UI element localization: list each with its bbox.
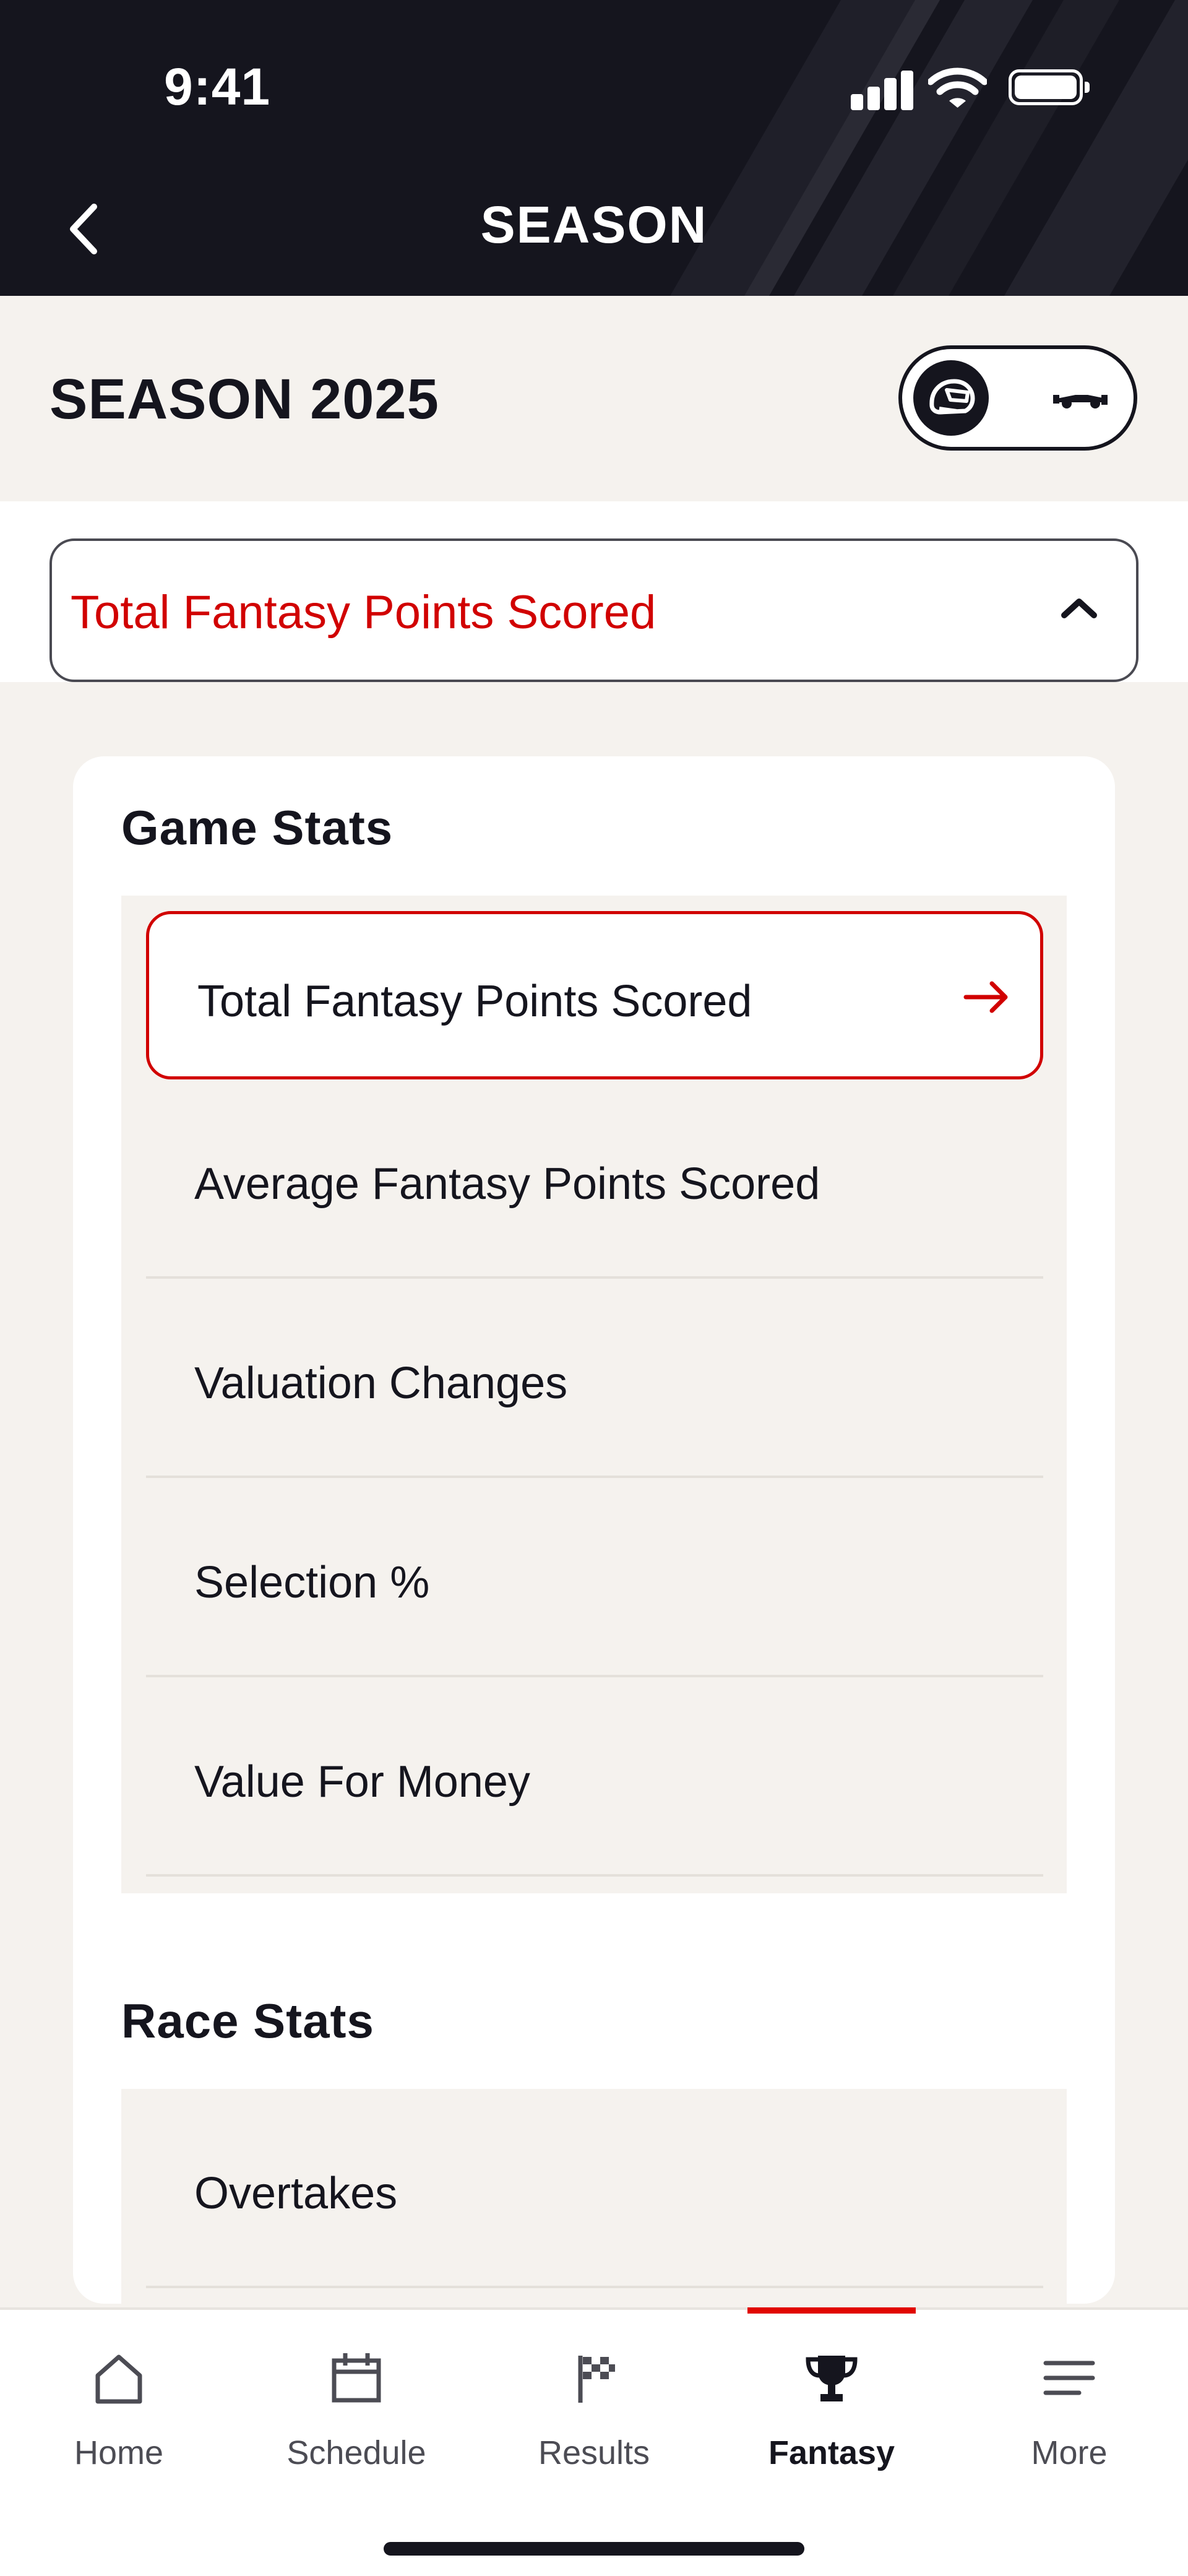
season-title: SEASON 2025 bbox=[50, 368, 439, 431]
list-item-total-fantasy-points[interactable]: Total Fantasy Points Scored bbox=[146, 911, 1043, 1079]
app-header: 9:41 SEASON bbox=[0, 0, 1188, 296]
bottom-tab-bar: Home Schedule Results Fantasy More bbox=[0, 2307, 1188, 2576]
tab-label: Results bbox=[538, 2434, 650, 2471]
stats-menu-card: Game Stats Total Fantasy Points Scored A… bbox=[73, 756, 1115, 2304]
tab-home[interactable]: Home bbox=[0, 2310, 238, 2496]
list-item-label: Valuation Changes bbox=[194, 1359, 568, 1408]
list-item-value-for-money[interactable]: Value For Money bbox=[146, 1677, 1043, 1877]
home-indicator[interactable] bbox=[384, 2542, 804, 2556]
car-icon bbox=[1053, 395, 1108, 408]
race-stats-heading: Race Stats bbox=[121, 1994, 374, 2048]
status-time: 9:41 bbox=[164, 58, 271, 116]
list-item-selection-percent[interactable]: Selection % bbox=[146, 1478, 1043, 1677]
stat-dropdown[interactable]: Total Fantasy Points Scored bbox=[50, 538, 1138, 682]
game-stats-list: Total Fantasy Points Scored Average Fant… bbox=[121, 896, 1067, 1893]
tab-more[interactable]: More bbox=[950, 2310, 1188, 2496]
season-bar: SEASON 2025 bbox=[0, 296, 1188, 501]
game-stats-heading: Game Stats bbox=[121, 800, 394, 855]
arrow-right-icon bbox=[963, 981, 1008, 1013]
helmet-icon bbox=[929, 379, 975, 415]
trophy-icon bbox=[806, 2356, 858, 2401]
tab-label: Schedule bbox=[286, 2434, 426, 2471]
list-item-average-fantasy-points[interactable]: Average Fantasy Points Scored bbox=[146, 1079, 1043, 1279]
wifi-icon bbox=[928, 67, 987, 108]
race-stats-list: Overtakes bbox=[121, 2089, 1067, 2304]
tab-schedule[interactable]: Schedule bbox=[238, 2310, 475, 2496]
tab-label: Fantasy bbox=[768, 2434, 895, 2471]
list-item-valuation-changes[interactable]: Valuation Changes bbox=[146, 1279, 1043, 1478]
tab-results[interactable]: Results bbox=[475, 2310, 713, 2496]
list-item-label: Overtakes bbox=[194, 2169, 398, 2218]
list-item-overtakes[interactable]: Overtakes bbox=[146, 2089, 1043, 2288]
tab-label: More bbox=[1031, 2434, 1108, 2471]
menu-icon bbox=[1043, 2361, 1095, 2395]
chevron-up-icon bbox=[1061, 599, 1097, 618]
list-item-label: Average Fantasy Points Scored bbox=[194, 1159, 820, 1209]
list-item-label: Selection % bbox=[194, 1558, 430, 1607]
toggle-knob bbox=[913, 360, 989, 436]
list-item-label: Value For Money bbox=[194, 1757, 530, 1807]
calendar-icon bbox=[332, 2353, 381, 2403]
driver-constructor-toggle[interactable] bbox=[898, 345, 1137, 451]
list-item-label: Total Fantasy Points Scored bbox=[197, 977, 752, 1026]
battery-icon bbox=[1009, 69, 1090, 105]
page-title: SEASON bbox=[480, 196, 708, 254]
home-icon bbox=[95, 2354, 142, 2404]
dropdown-selected-value: Total Fantasy Points Scored bbox=[71, 586, 656, 639]
tab-fantasy[interactable]: Fantasy bbox=[713, 2310, 950, 2496]
checkered-flag-icon bbox=[578, 2356, 615, 2403]
cellular-signal-icon bbox=[851, 67, 913, 110]
tab-label: Home bbox=[74, 2434, 164, 2471]
